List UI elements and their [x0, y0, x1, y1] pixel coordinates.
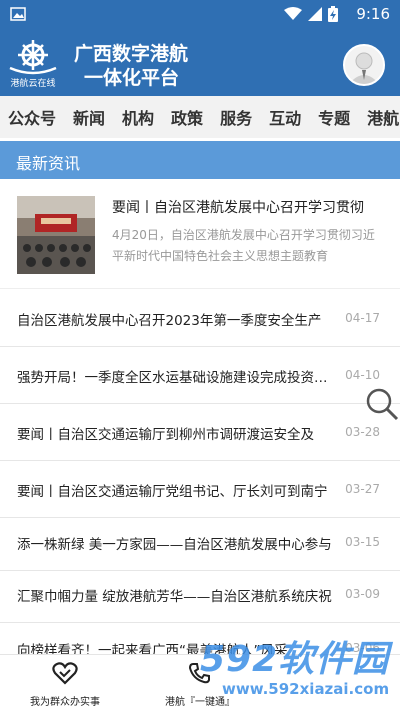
status-time: 9:16 [356, 5, 390, 23]
featured-news-item[interactable]: 要闻丨自治区港航发展中心召开学习贯彻 4月20日，自治区港航发展中心召开学习贯彻… [0, 184, 400, 289]
status-icons [284, 6, 338, 22]
ship-wheel-icon [9, 40, 57, 75]
news-title: 自治区港航发展中心召开2023年第一季度安全生产 [17, 313, 322, 329]
battery-icon [328, 6, 338, 22]
person-icon [349, 52, 379, 84]
meeting-photo [17, 196, 95, 274]
tab-policy[interactable]: 政策 [171, 105, 203, 129]
list-item[interactable]: 自治区港航发展中心召开2023年第一季度安全生产 04-17 [0, 290, 400, 347]
status-bar: 9:16 [0, 0, 400, 28]
news-title: 强势开局！一季度全区水运基础设施建设完成投资67.8 [17, 370, 335, 386]
news-date: 03-27 [345, 482, 380, 496]
list-item[interactable]: 要闻丨自治区交通运输厅到柳州市调研渡运安全及 03-28 [0, 404, 400, 461]
featured-title: 要闻丨自治区港航发展中心召开学习贯彻 [112, 200, 364, 216]
image-notification-icon [10, 7, 26, 21]
nav-serve-public[interactable]: 我为群众办实事 [0, 661, 130, 708]
app-title-line2: 一体化平台 [84, 67, 180, 89]
heart-hands-icon [52, 662, 78, 685]
list-item[interactable]: 强势开局！一季度全区水运基础设施建设完成投资67.8 04-10 [0, 347, 400, 404]
app-title-line1: 广西数字港航 [74, 43, 189, 65]
tab-public-account[interactable]: 公众号 [8, 105, 56, 129]
app-header: 港航云在线 广西数字港航 一体化平台 [0, 28, 400, 96]
news-date: 03-28 [345, 425, 380, 439]
bottom-nav: 我为群众办实事 港航『一键通』 [0, 654, 400, 711]
tab-interaction[interactable]: 互动 [269, 105, 301, 129]
news-thumbnail [17, 196, 95, 274]
tab-services[interactable]: 服务 [220, 105, 252, 129]
news-date: 03-09 [345, 587, 380, 601]
signal-icon [308, 7, 322, 21]
tab-port-shipping[interactable]: 港航 [367, 105, 399, 129]
news-title: 要闻丨自治区交通运输厅到柳州市调研渡运安全及 [17, 427, 314, 443]
news-title: 要闻丨自治区交通运输厅党组书记、厅长刘可到南宁 [17, 484, 328, 500]
app-title: 广西数字港航 一体化平台 [74, 42, 188, 90]
search-button[interactable] [364, 386, 400, 422]
news-date: 04-17 [345, 311, 380, 325]
logo-text: 港航云在线 [10, 79, 56, 89]
user-avatar[interactable] [343, 44, 385, 86]
list-item[interactable]: 添一株新绿 美一方家园——自治区港航发展中心参与 03-15 [0, 514, 400, 571]
news-title: 添一株新绿 美一方家园——自治区港航发展中心参与 [17, 537, 332, 553]
news-date: 03-06 [345, 641, 380, 655]
search-icon [366, 388, 399, 421]
news-date: 03-15 [345, 535, 380, 549]
news-title: 汇聚巾帼力量 绽放港航芳华——自治区港航系统庆祝 [17, 589, 332, 605]
nav-one-click[interactable]: 港航『一键通』 [135, 661, 265, 708]
section-title: 最新资讯 [16, 154, 81, 173]
list-item[interactable]: 要闻丨自治区交通运输厅党组书记、厅长刘可到南宁 03-27 [0, 461, 400, 518]
nav-label-one-click: 港航『一键通』 [165, 697, 235, 708]
nav-label-serve-public: 我为群众办实事 [30, 697, 100, 708]
app-logo: 港航云在线 [4, 38, 62, 90]
wifi-icon [284, 7, 302, 20]
tab-news[interactable]: 新闻 [73, 105, 105, 129]
featured-summary: 4月20日，自治区港航发展中心召开学习贯彻习近平新时代中国特色社会主义思想主题教… [112, 228, 375, 263]
tab-institutions[interactable]: 机构 [122, 105, 154, 129]
category-tabs: 公众号 新闻 机构 政策 服务 互动 专题 港航 [0, 96, 400, 138]
list-item[interactable]: 汇聚巾帼力量 绽放港航芳华——自治区港航系统庆祝 03-09 [0, 566, 400, 623]
tab-topics[interactable]: 专题 [318, 105, 350, 129]
news-date: 04-10 [345, 368, 380, 382]
phone-icon [188, 663, 210, 684]
latest-news-section: 最新资讯 [0, 141, 400, 179]
